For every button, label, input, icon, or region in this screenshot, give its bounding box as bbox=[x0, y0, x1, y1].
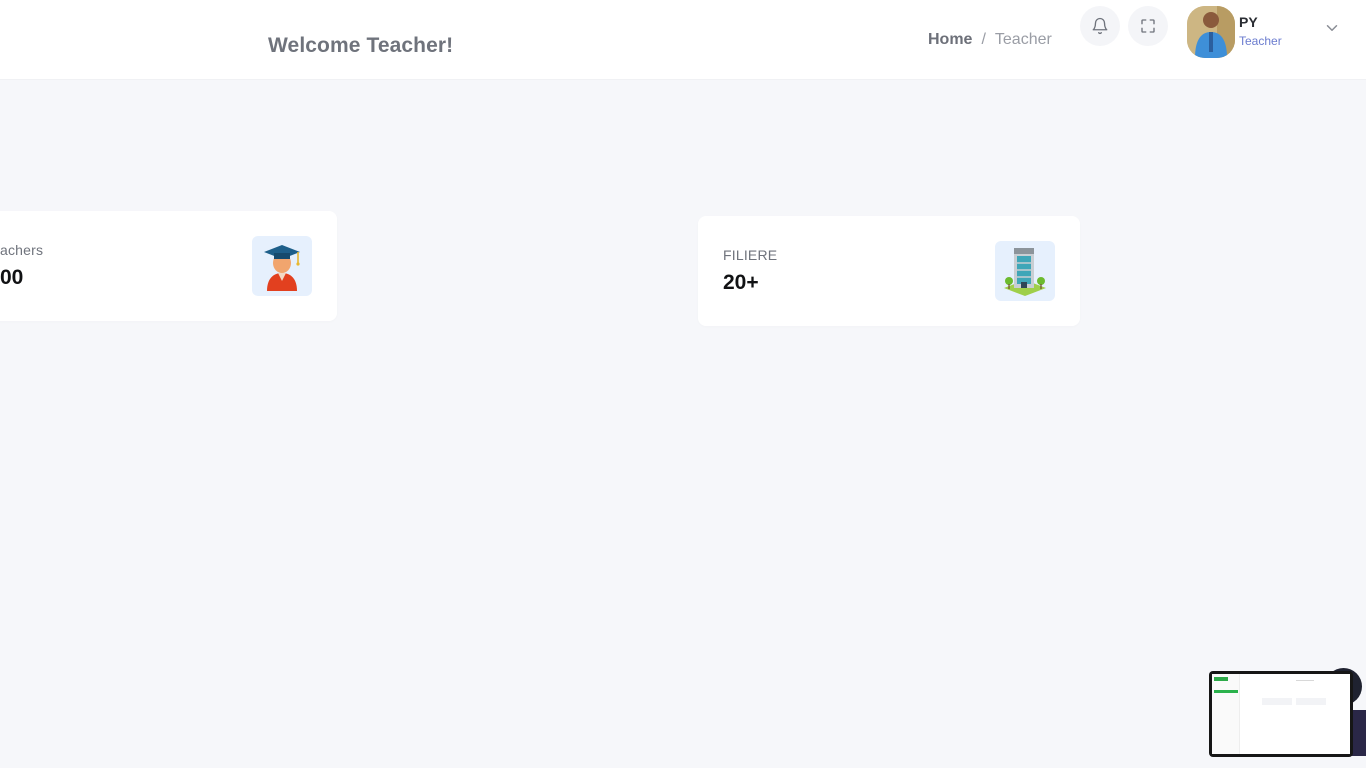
card-label: FILIERE bbox=[723, 247, 778, 263]
user-photo-icon bbox=[1187, 6, 1235, 58]
fullscreen-button[interactable] bbox=[1128, 6, 1168, 46]
card-value: 00 bbox=[0, 266, 24, 289]
preview-title-line bbox=[1296, 680, 1314, 681]
screen-preview-content bbox=[1212, 674, 1350, 754]
notifications-button[interactable] bbox=[1080, 6, 1120, 46]
preview-card bbox=[1262, 698, 1292, 705]
top-header: Welcome Teacher! Home / Teacher PY Teach… bbox=[0, 0, 1366, 80]
breadcrumb-home-link[interactable]: Home bbox=[928, 31, 972, 49]
building-icon bbox=[1004, 248, 1046, 296]
chevron-down-icon[interactable] bbox=[1323, 19, 1341, 37]
card-icon-tile bbox=[995, 241, 1055, 301]
card-icon-tile bbox=[252, 236, 312, 296]
breadcrumb: Home / Teacher bbox=[928, 30, 1052, 50]
expand-icon bbox=[1141, 19, 1155, 33]
preview-sidebar bbox=[1212, 674, 1240, 754]
teachers-stat-card[interactable]: achers 00 bbox=[0, 211, 337, 321]
card-value: 20+ bbox=[723, 271, 759, 294]
breadcrumb-separator: / bbox=[981, 31, 986, 48]
page-title: Welcome Teacher! bbox=[268, 34, 454, 57]
preview-active-item bbox=[1214, 690, 1238, 693]
bell-icon bbox=[1092, 17, 1108, 35]
graduate-student-icon bbox=[264, 245, 300, 291]
breadcrumb-current: Teacher bbox=[994, 31, 1052, 48]
card-label: achers bbox=[0, 242, 44, 258]
user-role: Teacher bbox=[1239, 34, 1282, 48]
filiere-stat-card[interactable]: FILIERE 20+ bbox=[698, 216, 1080, 326]
side-panel-edge bbox=[1351, 710, 1366, 756]
avatar[interactable] bbox=[1187, 6, 1235, 58]
preview-card bbox=[1296, 698, 1326, 705]
preview-logo bbox=[1214, 677, 1228, 681]
screen-preview-thumbnail[interactable] bbox=[1209, 671, 1353, 757]
user-name: PY bbox=[1239, 14, 1258, 30]
